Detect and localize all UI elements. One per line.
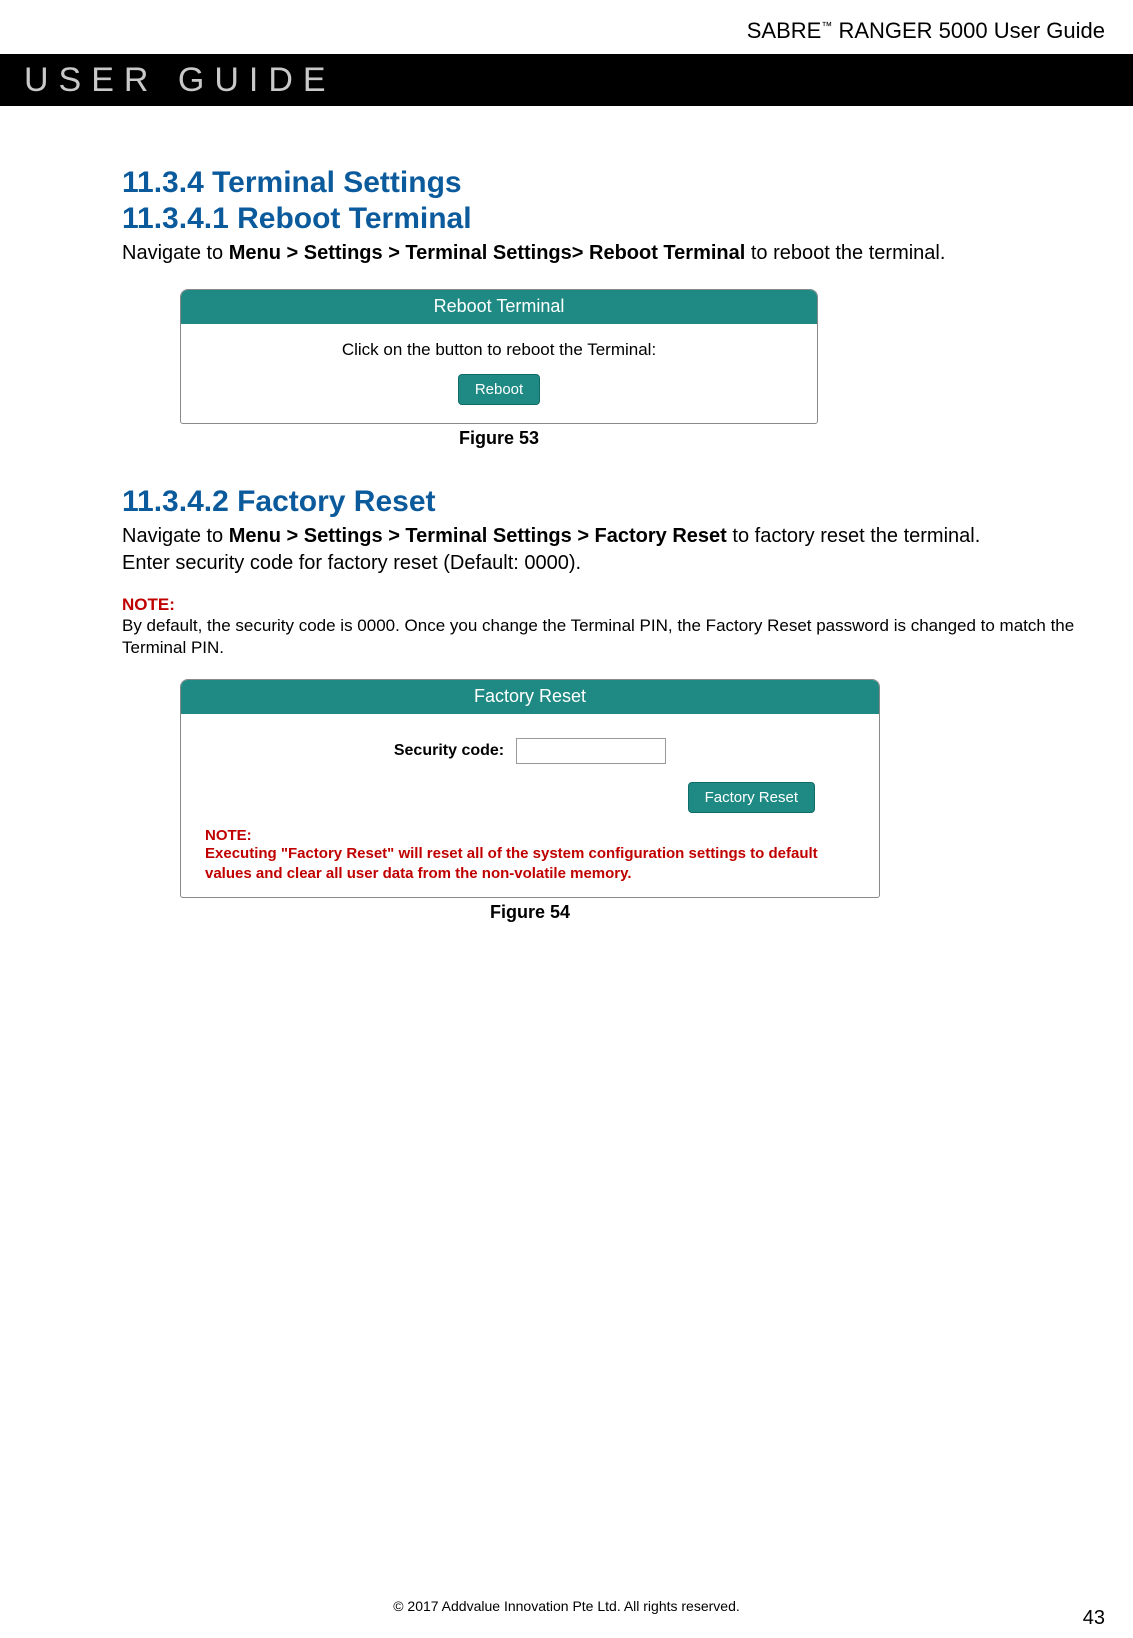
factory-reset-line2: Enter security code for factory reset (D… (122, 550, 1109, 577)
reboot-nav-prefix: Navigate to (122, 242, 229, 264)
factory-nav-suffix: to factory reset the terminal. (727, 525, 980, 547)
product-suffix: RANGER 5000 User Guide (832, 18, 1105, 43)
factory-panel-title: Factory Reset (181, 680, 879, 714)
security-code-input[interactable] (516, 738, 666, 764)
reboot-terminal-panel: Reboot Terminal Click on the button to r… (180, 289, 818, 424)
factory-nav-prefix: Navigate to (122, 525, 229, 547)
factory-reset-nav-text: Navigate to Menu > Settings > Terminal S… (122, 523, 1109, 550)
reboot-nav-text: Navigate to Menu > Settings > Terminal S… (122, 240, 1109, 267)
security-code-label: Security code: (394, 742, 504, 760)
reboot-panel-message: Click on the button to reboot the Termin… (199, 340, 799, 360)
factory-reset-panel: Factory Reset Security code: Factory Res… (180, 679, 880, 898)
section-heading-reboot-terminal: 11.3.4.1 Reboot Terminal (122, 202, 1109, 236)
reboot-nav-suffix: to reboot the terminal. (745, 242, 945, 264)
banner-title: USER GUIDE (24, 61, 336, 100)
section-heading-terminal-settings: 11.3.4 Terminal Settings (122, 166, 1109, 200)
reboot-nav-path: Menu > Settings > Terminal Settings> Reb… (229, 242, 746, 264)
outer-note-label: NOTE: (122, 595, 1109, 615)
product-prefix: SABRE (747, 18, 822, 43)
panel-note-body: Executing "Factory Reset" will reset all… (205, 844, 855, 885)
factory-reset-button[interactable]: Factory Reset (688, 782, 815, 813)
section-heading-factory-reset: 11.3.4.2 Factory Reset (122, 485, 1109, 519)
footer-copyright: © 2017 Addvalue Innovation Pte Ltd. All … (0, 1598, 1133, 1614)
reboot-button[interactable]: Reboot (458, 374, 540, 405)
panel-note-title: NOTE: (205, 827, 855, 844)
user-guide-banner: USER GUIDE (0, 54, 1133, 106)
figure-54-caption: Figure 54 (180, 902, 880, 923)
factory-nav-path: Menu > Settings > Terminal Settings > Fa… (229, 525, 727, 547)
reboot-panel-title: Reboot Terminal (181, 290, 817, 324)
page-number: 43 (1083, 1607, 1105, 1630)
figure-53-caption: Figure 53 (180, 428, 818, 449)
trademark-symbol: ™ (821, 21, 832, 33)
outer-note-text: By default, the security code is 0000. O… (122, 615, 1109, 659)
document-header: SABRE™ RANGER 5000 User Guide (0, 0, 1133, 54)
